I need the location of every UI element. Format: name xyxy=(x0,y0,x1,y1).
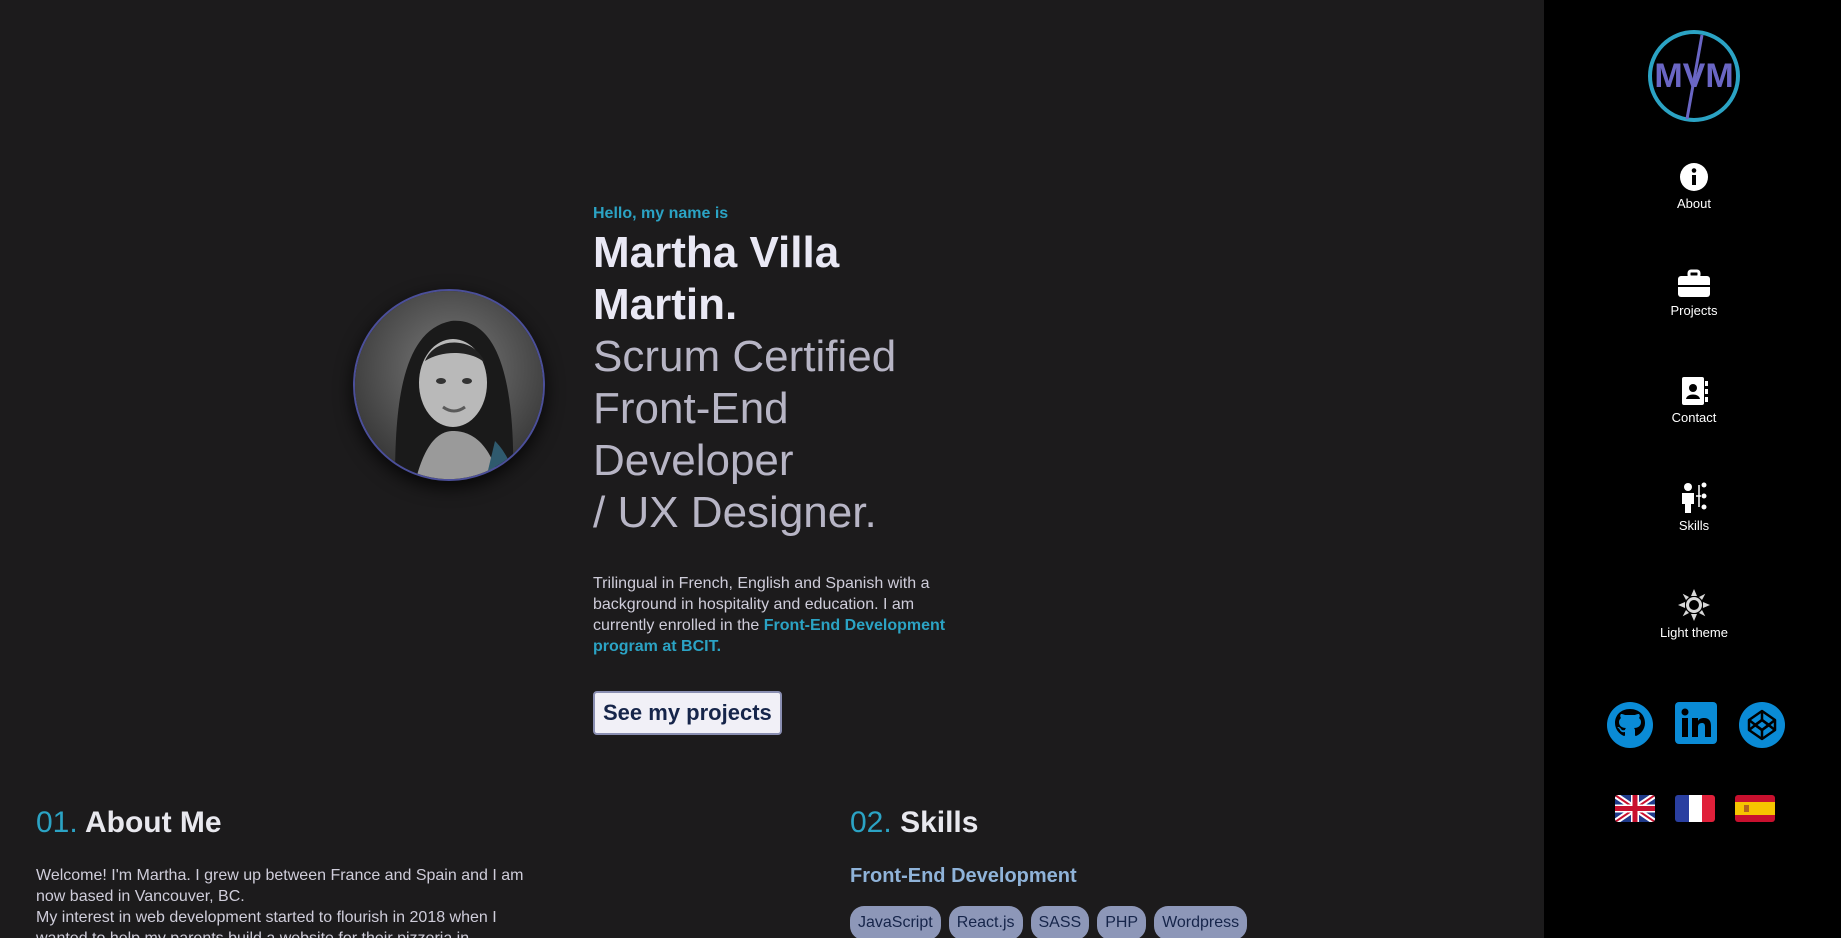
linkedin-icon[interactable] xyxy=(1674,701,1718,745)
about-paragraph-2: My interest in web development started t… xyxy=(36,909,497,938)
theme-toggle-label: Light theme xyxy=(1660,625,1728,640)
about-number: 01. xyxy=(36,806,78,839)
hero-role-line2: Front-End Developer xyxy=(593,384,794,485)
social-links xyxy=(1606,701,1786,749)
skills-heading: 02. Skills xyxy=(850,805,978,841)
skills-title: Skills xyxy=(900,806,979,839)
mvm-logo[interactable]: MVM xyxy=(1647,29,1741,123)
about-title: About Me xyxy=(84,806,222,839)
portrait-image xyxy=(355,291,543,479)
skill-tag: React.js xyxy=(948,906,1023,938)
hero-role-line3: / UX Designer. xyxy=(593,488,877,537)
nav-projects-label: Projects xyxy=(1670,303,1718,318)
nav-skills-label: Skills xyxy=(1678,518,1710,533)
skill-tag: SASS xyxy=(1030,906,1090,938)
profile-photo xyxy=(353,289,545,481)
briefcase-icon xyxy=(1678,269,1710,297)
about-paragraph-1: Welcome! I'm Martha. I grew up between F… xyxy=(36,867,524,905)
spain-flag-icon[interactable] xyxy=(1735,795,1775,822)
skills-icon xyxy=(1682,482,1707,513)
hero-role-line1: Scrum Certified xyxy=(593,332,897,381)
skill-tag: PHP xyxy=(1097,906,1147,938)
nav-projects[interactable]: Projects xyxy=(1622,269,1766,318)
github-icon[interactable] xyxy=(1606,701,1654,749)
codepen-icon[interactable] xyxy=(1738,701,1786,749)
about-body: Welcome! I'm Martha. I grew up between F… xyxy=(36,865,536,938)
nav-contact[interactable]: Contact xyxy=(1622,376,1766,425)
france-flag-icon[interactable] xyxy=(1675,795,1715,822)
skills-subtitle: Front-End Development xyxy=(850,865,1077,887)
hero-name: Martha Villa Martin. xyxy=(593,228,840,329)
skill-tags: JavaScript React.js SASS PHP Wordpress xyxy=(850,906,1248,938)
language-switcher xyxy=(1615,795,1775,822)
sun-icon xyxy=(1678,589,1710,621)
skill-tag: Wordpress xyxy=(1154,906,1248,938)
info-icon xyxy=(1680,163,1708,191)
nav-about[interactable]: About xyxy=(1622,162,1766,211)
nav-contact-label: Contact xyxy=(1671,410,1717,425)
nav-about-label: About xyxy=(1677,196,1711,211)
hero-section: Hello, my name is Martha Villa Martin. S… xyxy=(593,203,993,735)
greeting-text: Hello, my name is xyxy=(593,205,729,222)
main-content: Hello, my name is Martha Villa Martin. S… xyxy=(0,0,1544,938)
about-heading: 01. About Me xyxy=(36,805,222,841)
hero-intro: Trilingual in French, English and Spanis… xyxy=(593,573,953,657)
skills-number: 02. xyxy=(850,806,892,839)
uk-flag-icon[interactable] xyxy=(1615,795,1655,822)
see-projects-button[interactable]: See my projects xyxy=(593,691,782,735)
sidebar: MVM About Projects Contact xyxy=(1544,0,1841,938)
skill-tag: JavaScript xyxy=(850,906,941,938)
nav-skills[interactable]: Skills xyxy=(1622,482,1766,533)
theme-toggle[interactable]: Light theme xyxy=(1622,589,1766,640)
contact-book-icon xyxy=(1682,377,1708,405)
